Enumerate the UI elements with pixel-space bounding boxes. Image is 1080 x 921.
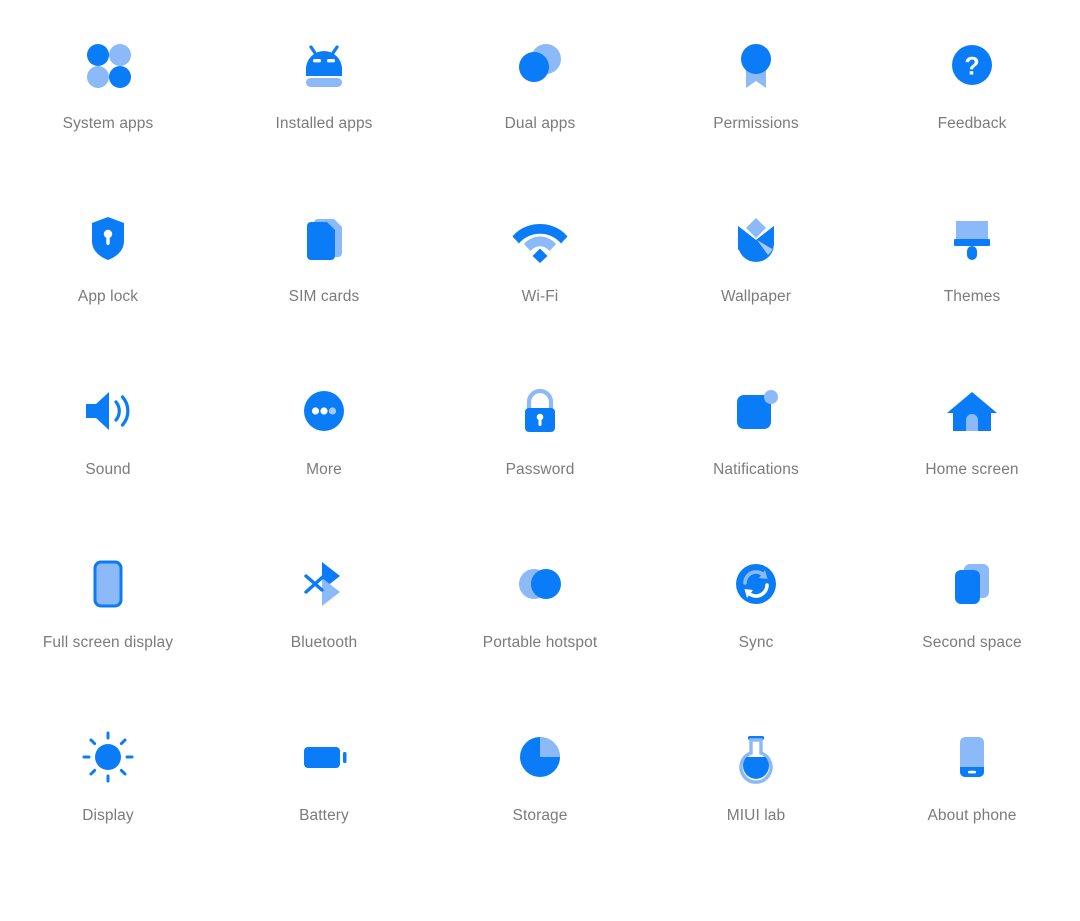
settings-item-label: Natifications (713, 461, 799, 478)
question-circle-icon: ? (940, 33, 1004, 97)
settings-item-label: Storage (512, 807, 568, 824)
paint-brush-icon (940, 206, 1004, 270)
settings-item-label: App lock (77, 288, 139, 305)
settings-item-label: System apps (62, 115, 154, 132)
settings-item-label: Full screen display (42, 634, 174, 651)
settings-item-battery[interactable]: Battery (216, 713, 432, 886)
settings-item-wi-fi[interactable]: Wi-Fi (432, 194, 648, 367)
settings-item-label: MIUI lab (726, 807, 786, 824)
bluetooth-icon (292, 552, 356, 616)
settings-item-storage[interactable]: Storage (432, 713, 648, 886)
smartphone-icon (940, 725, 1004, 789)
phone-outline-icon (76, 552, 140, 616)
settings-item-label: Permissions (713, 115, 799, 132)
shield-keyhole-icon (76, 206, 140, 270)
settings-item-system-apps[interactable]: System apps (0, 21, 216, 194)
badge-square-icon (724, 379, 788, 443)
settings-item-label: Dual apps (504, 115, 576, 132)
settings-item-natifications[interactable]: Natifications (648, 367, 864, 540)
house-icon (940, 379, 1004, 443)
settings-item-sim-cards[interactable]: SIM cards (216, 194, 432, 367)
settings-item-label: Feedback (937, 115, 1007, 132)
battery-icon (292, 725, 356, 789)
settings-item-themes[interactable]: Themes (864, 194, 1080, 367)
settings-item-label: Display (82, 807, 134, 824)
overlap-circles-icon (508, 552, 572, 616)
sync-circle-icon (724, 552, 788, 616)
brightness-sun-icon (76, 725, 140, 789)
settings-item-label: About phone (927, 807, 1017, 824)
settings-item-more[interactable]: More (216, 367, 432, 540)
settings-item-label: Bluetooth (290, 634, 358, 651)
settings-item-label: Installed apps (275, 115, 373, 132)
settings-item-label: Wi-Fi (521, 288, 559, 305)
settings-item-feedback[interactable]: ? Feedback (864, 21, 1080, 194)
settings-item-sync[interactable]: Sync (648, 540, 864, 713)
settings-item-about-phone[interactable]: About phone (864, 713, 1080, 886)
settings-item-portable-hotspot[interactable]: Portable hotspot (432, 540, 648, 713)
ellipsis-circle-icon (292, 379, 356, 443)
settings-item-label: Wallpaper (720, 288, 792, 305)
settings-item-label: Password (505, 461, 575, 478)
svg-text:?: ? (964, 53, 979, 81)
sim-cards-icon (292, 206, 356, 270)
tulip-flower-icon (724, 206, 788, 270)
settings-item-label: Battery (299, 807, 349, 824)
pie-chart-icon (508, 725, 572, 789)
stacked-cards-icon (940, 552, 1004, 616)
speaker-volume-icon (76, 379, 140, 443)
settings-item-home-screen[interactable]: Home screen (864, 367, 1080, 540)
settings-item-password[interactable]: Password (432, 367, 648, 540)
wifi-icon (508, 206, 572, 270)
settings-item-label: Sound (85, 461, 131, 478)
medal-ribbon-icon (724, 33, 788, 97)
settings-item-permissions[interactable]: Permissions (648, 21, 864, 194)
android-robot-icon (292, 33, 356, 97)
settings-item-label: Sync (738, 634, 774, 651)
two-circles-icon (508, 33, 572, 97)
settings-item-display[interactable]: Display (0, 713, 216, 886)
four-dots-icon (76, 33, 140, 97)
settings-item-second-space[interactable]: Second space (864, 540, 1080, 713)
settings-item-bluetooth[interactable]: Bluetooth (216, 540, 432, 713)
settings-item-wallpaper[interactable]: Wallpaper (648, 194, 864, 367)
settings-item-full-screen-display[interactable]: Full screen display (0, 540, 216, 713)
settings-item-label: Second space (922, 634, 1022, 651)
settings-item-label: Portable hotspot (482, 634, 598, 651)
settings-item-app-lock[interactable]: App lock (0, 194, 216, 367)
flask-icon (724, 725, 788, 789)
settings-item-sound[interactable]: Sound (0, 367, 216, 540)
settings-icon-grid: System apps Installed apps Dual apps Per… (0, 0, 1080, 921)
settings-item-label: Themes (943, 288, 1001, 305)
settings-item-label: More (306, 461, 342, 478)
settings-item-miui-lab[interactable]: MIUI lab (648, 713, 864, 886)
settings-item-label: SIM cards (288, 288, 360, 305)
settings-item-installed-apps[interactable]: Installed apps (216, 21, 432, 194)
settings-item-label: Home screen (925, 461, 1019, 478)
padlock-icon (508, 379, 572, 443)
settings-item-dual-apps[interactable]: Dual apps (432, 21, 648, 194)
